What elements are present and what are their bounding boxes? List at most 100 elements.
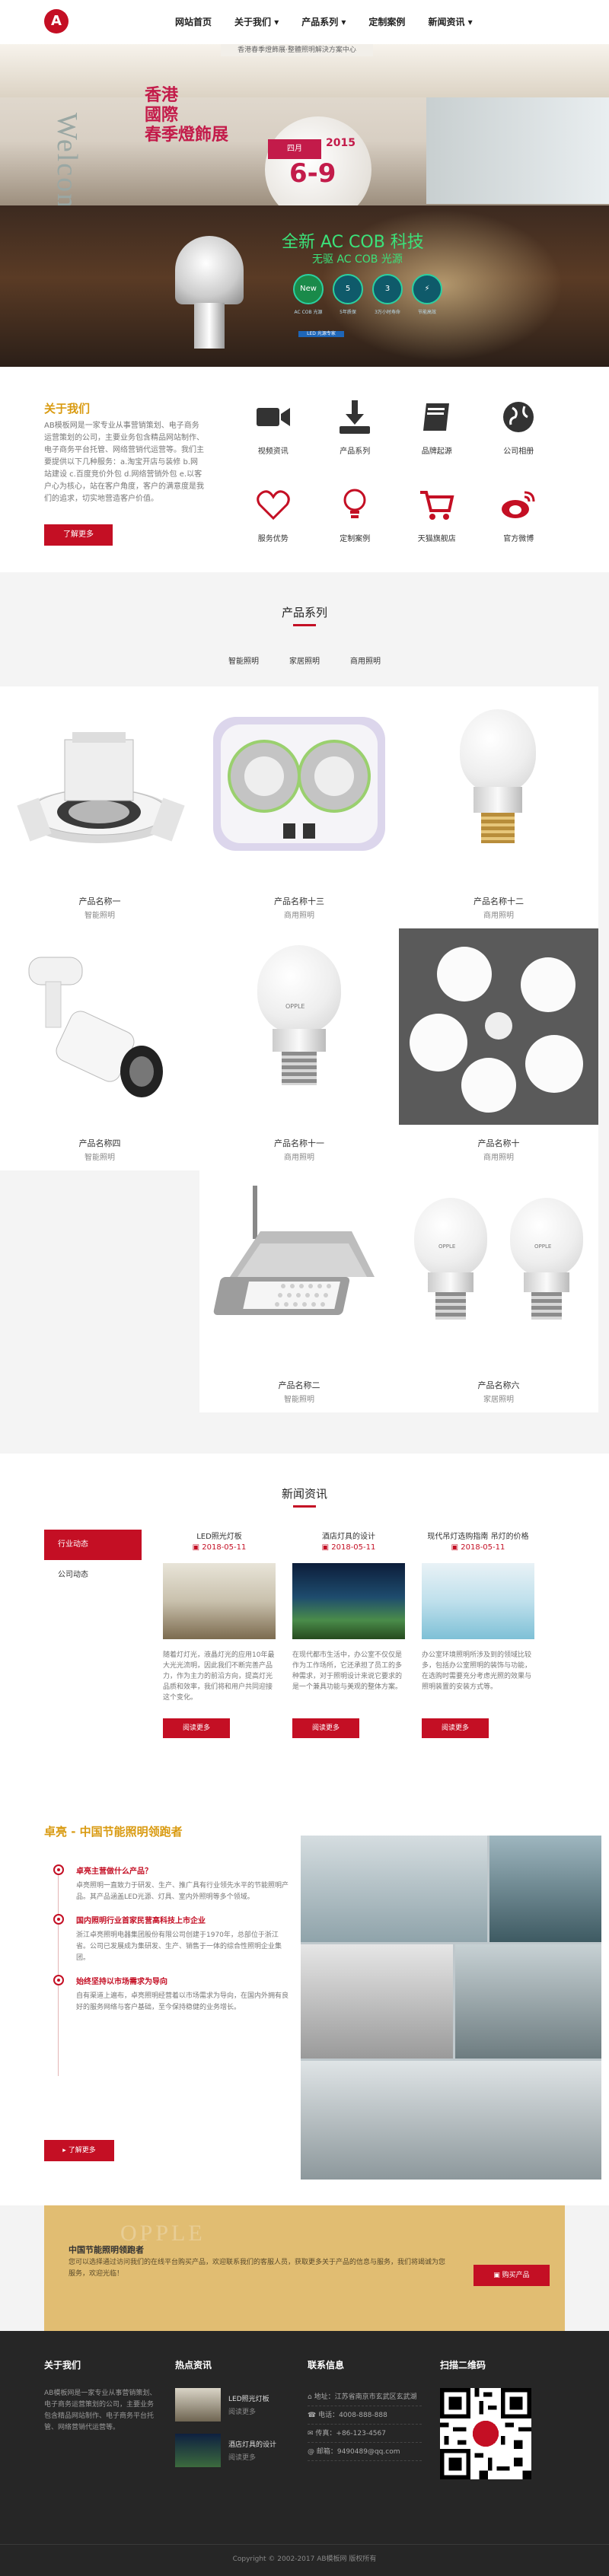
news-read-more-button[interactable]: 阅读更多 [422, 1718, 489, 1738]
product-name[interactable]: 产品名称十三 [199, 895, 399, 907]
nav-home[interactable]: 网站首页 [175, 15, 212, 28]
product-card[interactable]: 产品名称二 智能照明 [199, 1170, 399, 1412]
bulb-globe [257, 945, 341, 1033]
about-more-button[interactable]: 了解更多 [44, 524, 113, 546]
nav-cases[interactable]: 定制案例 [368, 15, 405, 28]
icon-link-cases[interactable]: 定制案例 [314, 485, 397, 557]
icon-link-products[interactable]: 产品系列 [314, 397, 397, 470]
product-name[interactable]: 产品名称一 [0, 895, 199, 907]
tab-commercial[interactable]: 商用照明 [350, 654, 381, 666]
tab-home[interactable]: 家居照明 [289, 654, 320, 666]
hot-news-more[interactable]: 阅读更多 [228, 2452, 276, 2462]
banner-fair[interactable]: 香港春季燈飾展·整體照明解決方案中心 Welcome 香港 國際 春季燈飾展 四… [0, 44, 609, 205]
icon-link-service[interactable]: 服务优势 [232, 485, 314, 557]
news-title[interactable]: LED照光灯板 [163, 1530, 276, 1543]
product-category: 商用照明 [284, 1154, 314, 1162]
product-card[interactable]: 产品名称一 智能照明 [0, 686, 199, 928]
tab-smart[interactable]: 智能照明 [228, 654, 259, 666]
product-name[interactable]: 产品名称十 [399, 1137, 598, 1149]
news-read-more-button[interactable]: 阅读更多 [163, 1718, 230, 1738]
banner-cob-subtitle: 无驱 AC COB 光源 [312, 253, 403, 266]
product-category: 商用照明 [284, 912, 314, 920]
contact-email: @ 邮箱：9490489@qq.com [308, 2443, 422, 2461]
hot-news-item[interactable]: LED照光灯板 阅读更多 [175, 2388, 276, 2422]
about-icon-grid: 视频资讯 产品系列 品牌起源 公司相册 服务优势 定制案例 天猫旗舰店 官方微博 [232, 397, 560, 557]
nav-products[interactable]: 产品系列 ▾ [301, 15, 346, 28]
site-header: A 网站首页 关于我们 ▾ 产品系列 ▾ 定制案例 新闻资讯 ▾ [0, 0, 609, 44]
hot-news-thumb [175, 2434, 221, 2467]
factory-photo [301, 1944, 453, 2059]
product-category: 智能照明 [84, 1154, 115, 1162]
about-text: AB模板网是一家专业从事营销策划、电子商务运营策划的公司，主要业务包含精品网站制… [44, 422, 204, 503]
spotlight-image [175, 236, 244, 304]
icon-label: 天猫旗舰店 [417, 535, 456, 543]
product-card[interactable]: 产品名称十三 商用照明 [199, 686, 399, 928]
timeline-question: 始终坚持以市场需求为导向 [76, 1978, 167, 1986]
icon-link-tmall[interactable]: 天猫旗舰店 [396, 485, 478, 557]
product-name[interactable]: 产品名称四 [0, 1137, 199, 1149]
cart-icon [419, 491, 454, 520]
bulb-icon [343, 489, 366, 518]
banner-title-line: 春季燈飾展 [145, 126, 229, 145]
hot-news-title[interactable]: 酒店灯具的设计 [228, 2439, 276, 2449]
banner-wall [426, 97, 609, 204]
hot-news-more[interactable]: 阅读更多 [228, 2406, 269, 2416]
nav-about[interactable]: 关于我们 ▾ [234, 15, 279, 28]
news-card[interactable]: 酒店灯具的设计 ▣ 2018-05-11 在现代都市生活中，办公室不仅仅是作为工… [292, 1530, 405, 1758]
news-image [163, 1563, 276, 1639]
news-card[interactable]: LED照光灯板 ▣ 2018-05-11 随着灯灯光，液晶灯光的应用10年最大光… [163, 1530, 276, 1758]
qr-code [440, 2388, 531, 2479]
product-card[interactable]: 产品名称十二 商用照明 [399, 686, 598, 928]
banner-cob[interactable]: 全新 AC COB 科技 无驱 AC COB 光源 New 5 3 ⚡ AC C… [0, 205, 609, 367]
led-tag: LED 光源专家 [298, 331, 344, 337]
bulb-neck [428, 1272, 473, 1292]
timeline-question: 国内照明行业首家民营高科技上市企业 [76, 1917, 206, 1925]
banner-topbar: 香港春季燈飾展·整體照明解決方案中心 [221, 44, 373, 56]
buy-button[interactable]: ▣ 购买产品 [473, 2265, 550, 2286]
news-cat-company[interactable]: 公司动态 [44, 1560, 142, 1590]
about-section: 关于我们 AB模板网是一家专业从事营销策划、电子商务运营策划的公司，主要业务包含… [0, 367, 609, 572]
site-logo[interactable]: A [44, 9, 69, 33]
banner-cob-title: 全新 AC COB 科技 [282, 233, 424, 252]
footer-hot-news: 热点资讯 LED照光灯板 阅读更多 酒店灯具的设计 阅读更多 [175, 2358, 276, 2479]
news-card[interactable]: 现代吊灯选购指南 吊灯的价格 ▣ 2018-05-11 办公室环境照明所涉及到的… [422, 1530, 534, 1758]
news-title[interactable]: 现代吊灯选购指南 吊灯的价格 [422, 1530, 534, 1543]
product-card[interactable]: 产品名称十 商用照明 [399, 928, 598, 1170]
product-name[interactable]: 产品名称二 [199, 1379, 399, 1391]
banner-title: 香港 國際 春季燈飾展 [145, 86, 228, 145]
pendant-globes-image [410, 947, 583, 1113]
led-tag-text: LED 光源专家 [307, 331, 336, 336]
bulb-screw [435, 1292, 466, 1320]
news-summary: 随着灯灯光，液晶灯光的应用10年最大光光流明，因此我们不断完善产品力，作为主力的… [163, 1651, 275, 1702]
product-name[interactable]: 产品名称十一 [199, 1137, 399, 1149]
news-title[interactable]: 酒店灯具的设计 [292, 1530, 405, 1543]
icon-link-weibo[interactable]: 官方微博 [478, 485, 560, 557]
title-underline [293, 1505, 316, 1508]
news-read-more-button[interactable]: 阅读更多 [292, 1718, 359, 1738]
logo-letter: A [51, 13, 62, 29]
nav-news[interactable]: 新闻资讯 ▾ [428, 15, 472, 28]
product-card[interactable]: OPPLE OPPLE 产品名称六 家居照明 [399, 1170, 598, 1412]
intro-more-button[interactable]: ▸ 了解更多 [44, 2140, 114, 2161]
product-category: 家居照明 [483, 1396, 514, 1404]
intro-more-label: 了解更多 [68, 2147, 96, 2154]
intro-heading: 卓亮 - 中国节能照明领跑者 [44, 1825, 183, 1839]
badge-energy: ⚡ [412, 274, 442, 304]
copyright: Copyright © 2002-2017 AB模板网 版权所有 [232, 2555, 377, 2563]
timeline-dot [53, 1975, 64, 1985]
news-image [422, 1563, 534, 1639]
hot-news-title[interactable]: LED照光灯板 [228, 2393, 269, 2403]
icon-link-video[interactable]: 视频资讯 [232, 397, 314, 470]
icon-link-brand[interactable]: 品牌起源 [396, 397, 478, 470]
icon-link-album[interactable]: 公司相册 [478, 397, 560, 470]
product-name[interactable]: 产品名称六 [399, 1379, 598, 1391]
timeline-item: 始终坚持以市场需求为导向 自有渠道上遍布，卓亮照明经营着以市场需求为导向，在国内… [53, 1975, 289, 2014]
news-cat-industry[interactable]: 行业动态 [44, 1530, 142, 1560]
product-card[interactable]: OPPLE 产品名称十一 商用照明 [199, 928, 399, 1170]
hot-news-item[interactable]: 酒店灯具的设计 阅读更多 [175, 2434, 276, 2467]
product-card[interactable]: 产品名称四 智能照明 [0, 928, 199, 1170]
product-name[interactable]: 产品名称十二 [399, 895, 598, 907]
product-image: OPPLE [199, 928, 399, 1125]
product-image [199, 1170, 399, 1367]
bath-heater-image [213, 717, 385, 851]
